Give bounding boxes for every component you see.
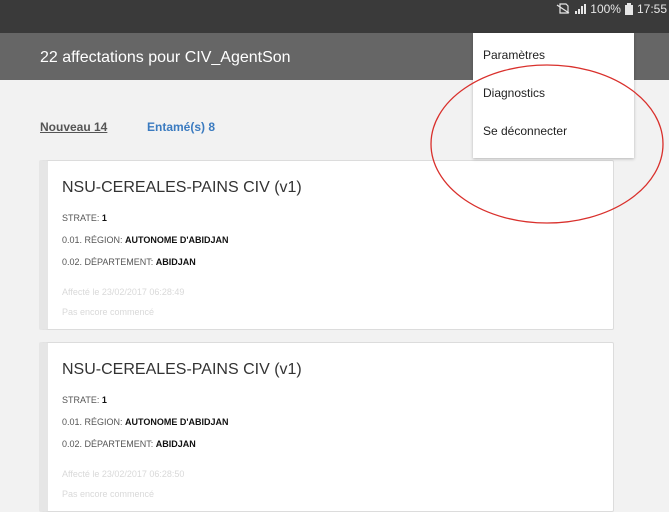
tab-new[interactable]: Nouveau 14 [40, 120, 107, 134]
strata-value: 1 [101, 395, 107, 405]
assigned-date: Affecté le 23/02/2017 06:28:50 [62, 469, 185, 479]
card-title: NSU-CEREALES-PAINS CIV (v1) [62, 361, 302, 378]
region-field: 0.01. RÉGION: AUTONOME D'ABIDJAN [62, 417, 229, 427]
card-title: NSU-CEREALES-PAINS CIV (v1) [62, 179, 302, 196]
assigned-date: Affecté le 23/02/2017 06:28:49 [62, 287, 185, 297]
region-label: 0.01. RÉGION: [62, 235, 123, 245]
region-label: 0.01. RÉGION: [62, 417, 123, 427]
strata-label: STRATE: [62, 213, 100, 223]
card-status: Pas encore commencé [62, 489, 155, 499]
region-value: AUTONOME D'ABIDJAN [125, 417, 229, 427]
clock: 17:55 [636, 2, 667, 16]
department-field: 0.02. DÉPARTEMENT: ABIDJAN [62, 439, 196, 449]
menu-item-se-deconnecter[interactable]: Se déconnecter [483, 124, 567, 138]
department-label: 0.02. DÉPARTEMENT: [62, 257, 154, 267]
no-sim-icon [556, 3, 570, 15]
tab-started[interactable]: Entamé(s) 8 [147, 120, 215, 134]
strata-value: 1 [101, 213, 107, 223]
battery-icon [624, 3, 633, 15]
status-bar: 100% 17:55 [0, 0, 669, 33]
department-label: 0.02. DÉPARTEMENT: [62, 439, 154, 449]
battery-level: 100% [590, 2, 621, 16]
status-indicators: 100% 17:55 [556, 2, 667, 16]
strata-field: STRATE: 1 [62, 395, 107, 405]
region-value: AUTONOME D'ABIDJAN [125, 235, 229, 245]
strata-label: STRATE: [62, 395, 100, 405]
signal-icon [574, 3, 587, 15]
region-field: 0.01. RÉGION: AUTONOME D'ABIDJAN [62, 235, 229, 245]
overflow-menu: Paramètres Diagnostics Se déconnecter [473, 33, 634, 158]
strata-field: STRATE: 1 [62, 213, 107, 223]
assignment-card[interactable]: NSU-CEREALES-PAINS CIV (v1) STRATE: 1 0.… [39, 342, 614, 512]
card-status: Pas encore commencé [62, 307, 155, 317]
department-value: ABIDJAN [155, 257, 196, 267]
page-title: 22 affectations pour CIV_AgentSon [40, 49, 291, 66]
assignment-card[interactable]: NSU-CEREALES-PAINS CIV (v1) STRATE: 1 0.… [39, 160, 614, 330]
department-field: 0.02. DÉPARTEMENT: ABIDJAN [62, 257, 196, 267]
department-value: ABIDJAN [155, 439, 196, 449]
menu-item-parametres[interactable]: Paramètres [483, 48, 545, 62]
menu-item-diagnostics[interactable]: Diagnostics [483, 86, 545, 100]
